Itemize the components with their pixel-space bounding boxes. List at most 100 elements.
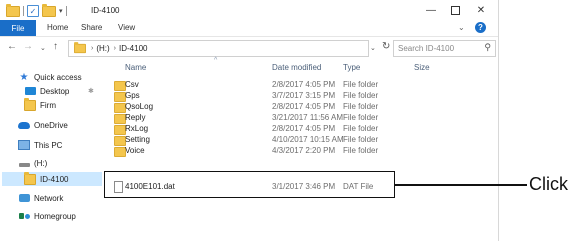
nav-item-onedrive[interactable]: OneDrive <box>18 118 68 132</box>
refresh-button[interactable]: ↻ <box>382 41 390 52</box>
homegroup-icon <box>18 211 30 221</box>
file-type: File folder <box>343 113 379 122</box>
quick-access-toolbar: ✓ ▾ <box>6 3 67 17</box>
list-item[interactable]: Voice 4/3/2017 2:20 PM File folder <box>114 146 494 157</box>
list-item[interactable]: Gps 3/7/2017 3:15 PM File folder <box>114 91 494 102</box>
folder-icon <box>24 97 36 111</box>
address-dropdown-button[interactable]: ⌄ <box>370 44 376 52</box>
navigation-pane: ★ Quick access Desktop ✱ Firm OneDrive T… <box>0 58 104 241</box>
address-toolbar: ← → ⌄ ↑ › (H:) › ID-4100 ⌄ ↻ Search ID-4… <box>0 36 498 59</box>
toolbar-divider <box>23 6 24 16</box>
file-date: 2/8/2017 4:05 PM <box>272 102 336 111</box>
file-date: 2/8/2017 4:05 PM <box>272 80 336 89</box>
folder-icon <box>6 3 20 17</box>
forward-button[interactable]: → <box>23 41 33 52</box>
list-item[interactable]: Csv 2/8/2017 4:05 PM File folder <box>114 80 494 91</box>
breadcrumb-drive[interactable]: (H:) <box>96 44 109 53</box>
network-icon <box>18 193 30 203</box>
callout-label: Click <box>529 174 568 194</box>
explorer-window: ✓ ▾ ID-4100 — ✕ File Home Share View ⌄ ?… <box>0 0 499 241</box>
nav-item-label: Quick access <box>34 72 82 82</box>
drive-icon <box>18 158 30 168</box>
nav-item-homegroup[interactable]: Homegroup <box>18 209 76 223</box>
file-list: Name ^ Date modified Type Size Csv 2/8/2… <box>104 57 498 241</box>
breadcrumb-folder[interactable]: ID-4100 <box>119 44 147 53</box>
nav-item-label: Network <box>34 193 64 203</box>
title-bar: ✓ ▾ ID-4100 — ✕ <box>0 0 498 20</box>
star-icon: ★ <box>19 71 29 83</box>
pin-icon[interactable]: ✱ <box>88 87 94 95</box>
file-date: 4/3/2017 2:20 PM <box>272 146 336 155</box>
list-item[interactable]: QsoLog 2/8/2017 4:05 PM File folder <box>114 102 494 113</box>
file-date: 3/7/2017 3:15 PM <box>272 91 336 100</box>
file-name: Csv <box>125 80 139 89</box>
maximize-icon <box>450 5 460 15</box>
folder-icon <box>24 171 36 185</box>
minimize-button[interactable]: — <box>420 3 442 17</box>
nav-item-id-4100[interactable]: ID-4100 <box>24 171 69 186</box>
tab-view[interactable]: View <box>118 23 135 32</box>
column-header-type[interactable]: Type <box>343 63 360 72</box>
file-type: File folder <box>343 80 379 89</box>
toolbar-divider <box>65 6 67 16</box>
close-button[interactable]: ✕ <box>470 3 492 17</box>
nav-item-label: This PC <box>34 140 63 150</box>
file-name: Voice <box>125 146 145 155</box>
file-type: File folder <box>343 102 379 111</box>
desktop-icon <box>24 86 36 96</box>
column-header-name[interactable]: Name <box>125 63 146 72</box>
file-type: File folder <box>343 135 379 144</box>
sort-ascending-icon: ^ <box>214 57 218 64</box>
cloud-icon <box>18 120 30 130</box>
tab-home[interactable]: Home <box>47 23 68 32</box>
nav-item-quick-access[interactable]: ★ Quick access <box>18 70 82 84</box>
folder-icon <box>74 42 86 54</box>
breadcrumb-separator[interactable]: › <box>114 45 116 52</box>
customize-toolbar-icon[interactable]: ▾ <box>59 7 63 15</box>
recent-locations-button[interactable]: ⌄ <box>40 44 46 52</box>
nav-item-firm[interactable]: Firm <box>24 97 56 112</box>
search-box[interactable]: Search ID-4100 ⚲ <box>393 40 496 57</box>
back-button[interactable]: ← <box>7 41 17 52</box>
file-date: 2/8/2017 4:05 PM <box>272 124 336 133</box>
expand-ribbon-icon[interactable]: ⌄ <box>458 23 465 32</box>
help-icon[interactable]: ? <box>475 22 486 33</box>
address-bar[interactable]: › (H:) › ID-4100 <box>68 40 369 57</box>
nav-item-drive-h[interactable]: (H:) <box>18 156 47 170</box>
list-item[interactable]: Reply 3/21/2017 11:56 AM File folder <box>114 113 494 124</box>
search-icon: ⚲ <box>484 42 491 52</box>
nav-item-label: Firm <box>40 100 56 110</box>
file-date: 3/21/2017 11:56 AM <box>272 113 344 122</box>
new-folder-icon[interactable] <box>42 3 56 17</box>
breadcrumb-separator[interactable]: › <box>91 45 93 52</box>
tab-file[interactable]: File <box>0 20 36 36</box>
nav-item-label: ID-4100 <box>40 174 69 184</box>
file-name: Reply <box>125 113 146 122</box>
nav-item-network[interactable]: Network <box>18 191 63 205</box>
file-name: RxLog <box>125 124 149 133</box>
tab-share[interactable]: Share <box>81 23 102 32</box>
nav-item-label: Desktop <box>40 86 70 96</box>
search-placeholder[interactable]: Search ID-4100 <box>398 44 454 53</box>
nav-item-label: Homegroup <box>34 211 76 221</box>
up-button[interactable]: ↑ <box>53 41 58 52</box>
column-header-date-modified[interactable]: Date modified <box>272 63 321 72</box>
column-header-size[interactable]: Size <box>414 63 430 72</box>
computer-icon <box>18 140 30 150</box>
properties-icon[interactable]: ✓ <box>27 5 39 17</box>
file-type: File folder <box>343 124 379 133</box>
callout-line <box>395 184 527 186</box>
window-title: ID-4100 <box>91 6 120 15</box>
maximize-button[interactable] <box>444 3 466 17</box>
file-name: Gps <box>125 91 140 100</box>
nav-item-this-pc[interactable]: This PC <box>18 138 62 152</box>
file-name: Setting <box>125 135 150 144</box>
nav-item-desktop[interactable]: Desktop <box>24 84 69 98</box>
nav-item-label: (H:) <box>34 158 48 168</box>
list-item[interactable]: RxLog 2/8/2017 4:05 PM File folder <box>114 124 494 135</box>
file-date: 4/10/2017 10:15 AM <box>272 135 344 144</box>
file-type: File folder <box>343 146 379 155</box>
nav-item-label: OneDrive <box>34 120 68 130</box>
file-name: QsoLog <box>125 102 154 111</box>
list-item[interactable]: Setting 4/10/2017 10:15 AM File folder <box>114 135 494 146</box>
